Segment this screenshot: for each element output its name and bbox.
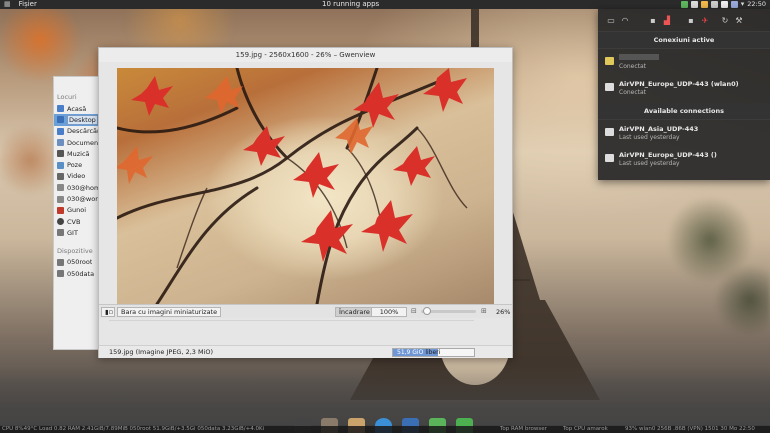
connection-status: Conectat	[619, 63, 647, 70]
zoom-in-icon[interactable]: ⊞	[481, 307, 487, 315]
lock-icon[interactable]	[710, 1, 718, 8]
free-space-suffix: liberi	[425, 349, 441, 356]
documents-icon	[57, 139, 64, 147]
running-apps-label[interactable]: 10 running apps	[322, 0, 379, 8]
monitor-icon[interactable]: ▭	[606, 15, 616, 25]
connection-status: Conectat	[619, 89, 647, 96]
connection-status: Last used yesterday	[619, 134, 680, 141]
gwenview-statusbar: 159.jpg (Imagine JPEG, 2,3 MiO) 51,9 GiO…	[99, 345, 512, 358]
ethernet-icon[interactable]: ▪	[648, 15, 658, 25]
wallpaper-ground	[0, 365, 770, 425]
top-cpu: Top CPU amarok	[563, 426, 608, 432]
gwenview-toolbar: ▮▫ Bara cu imagini miniaturizate Încadra…	[99, 304, 512, 318]
gwenview-window: 159.jpg - 2560x1600 - 26% – Gwenview ▮▫ …	[98, 47, 513, 358]
network-icon-row: ▭ ◠ ▪ ▟ ▪ ✈ ↻ ⚒	[598, 9, 770, 32]
chat-icon[interactable]	[700, 1, 708, 8]
vpn-icon	[605, 128, 614, 136]
wifi-icon[interactable]: ◠	[620, 15, 630, 25]
top-ram: Top RAM browser	[500, 426, 547, 432]
bell-icon[interactable]	[690, 1, 698, 8]
image-viewer[interactable]	[117, 68, 494, 304]
top-panel: ▦ Fișier 10 running apps ▾ 22:50	[0, 0, 770, 9]
clock[interactable]: 22:50	[747, 0, 766, 9]
wrench-icon[interactable]: ⚒	[734, 15, 744, 25]
connection-name: AirVPN_Europe_UDP-443 (wlan0)	[619, 80, 739, 88]
signal-icon[interactable]: ▟	[662, 15, 672, 25]
system-stats-right: 93% wlan0 256B .86B (VPN) 1501 30 Mo 22:…	[625, 426, 755, 432]
system-stats-left: CPU 8%49°C Load 0.82 RAM 2.41GiB/7.89MiB…	[2, 426, 265, 432]
downloads-icon	[57, 127, 64, 135]
connection-name: AirVPN_Europe_UDP-443 ()	[619, 151, 717, 159]
free-space-value: 51,9 GiO	[397, 349, 424, 356]
zoom-slider-handle[interactable]	[422, 307, 431, 315]
app-launcher-icon[interactable]: ▦	[4, 0, 11, 9]
zoom-out-icon[interactable]: ⊟	[411, 307, 417, 315]
network-icon	[57, 229, 64, 237]
connection-status: Last used yesterday	[619, 160, 680, 167]
modem-icon[interactable]: ▪	[686, 15, 696, 25]
desktop-icon	[57, 116, 64, 124]
drive-icon	[57, 270, 64, 277]
system-monitor-bar: CPU 8%49°C Load 0.82 RAM 2.41GiB/7.89MiB…	[0, 426, 770, 433]
vpn-icon	[605, 83, 614, 91]
pictures-icon	[57, 161, 64, 169]
file-menu[interactable]: Fișier	[19, 0, 37, 9]
airplane-icon[interactable]: ✈	[700, 15, 710, 25]
thumbnail-bar-button[interactable]: Bara cu imagini miniaturizate	[117, 307, 222, 317]
network-popup: ▭ ◠ ▪ ▟ ▪ ✈ ↻ ⚒ Conexiuni active Conecta…	[598, 9, 770, 180]
zoom-100-button[interactable]: 100%	[371, 307, 407, 317]
music-icon	[57, 150, 64, 158]
network-icon	[57, 218, 64, 226]
connection-item[interactable]: AirVPN_Europe_UDP-443 (wlan0) Conectat	[598, 75, 770, 101]
connection-name-redacted	[619, 54, 770, 62]
drive-icon	[57, 258, 64, 266]
thumb-toggle-button[interactable]: ▮▫	[101, 307, 115, 317]
autumn-leaves-photo	[117, 68, 468, 304]
drive-icon	[57, 195, 64, 203]
wifi-icon	[605, 57, 614, 65]
window-title[interactable]: 159.jpg - 2560x1600 - 26% – Gwenview	[99, 48, 512, 62]
check-icon[interactable]	[680, 1, 688, 8]
zoom-level: 26%	[496, 308, 511, 316]
chevron-down-icon[interactable]: ▾	[741, 0, 745, 9]
fit-button[interactable]: Încadrare	[335, 307, 374, 317]
trash-icon	[57, 206, 64, 214]
connection-item[interactable]: AirVPN_Europe_UDP-443 () Last used yeste…	[598, 146, 770, 172]
free-space-text: 51,9 GiO liberi	[397, 349, 440, 356]
image-info: 159.jpg (Imagine JPEG, 2,3 MiO)	[109, 348, 214, 356]
active-connections-header: Conexiuni active	[598, 32, 770, 49]
zoom-slider[interactable]	[421, 307, 476, 315]
home-icon	[57, 105, 64, 113]
vpn-icon	[605, 154, 614, 162]
connection-item[interactable]: AirVPN_Asia_UDP-443 Last used yesterday	[598, 120, 770, 146]
thumbnail-area	[109, 320, 474, 342]
connection-item[interactable]: Conectat	[598, 49, 770, 75]
battery-icon[interactable]	[730, 1, 738, 8]
free-space-indicator: 51,9 GiO liberi	[392, 348, 475, 357]
available-connections-header: Available connections	[598, 103, 770, 120]
refresh-icon[interactable]: ↻	[720, 15, 730, 25]
wifi-icon[interactable]	[720, 1, 728, 8]
video-icon	[57, 172, 64, 180]
connection-name: AirVPN_Asia_UDP-443	[619, 125, 699, 133]
drive-icon	[57, 184, 64, 192]
